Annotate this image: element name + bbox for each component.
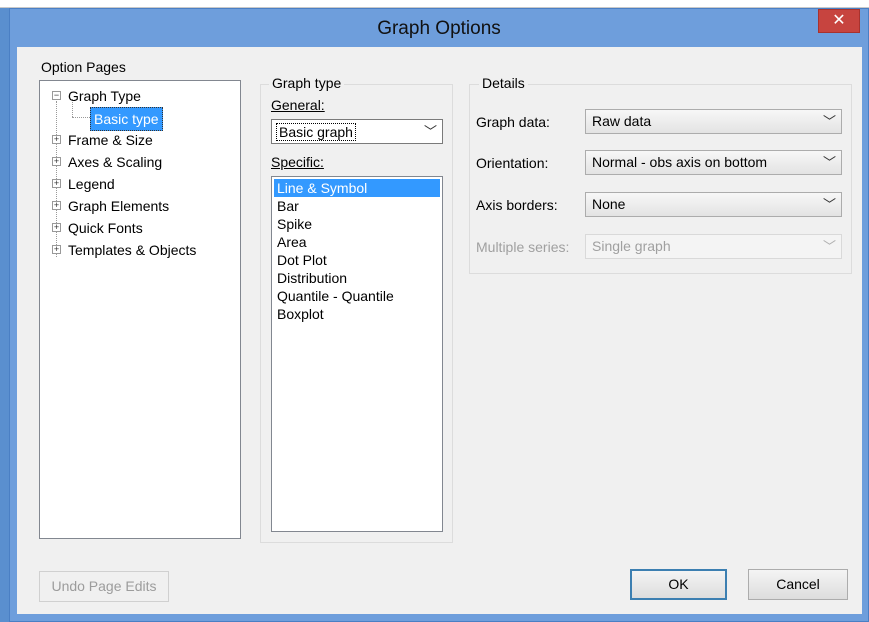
tree-item-label: Legend (68, 176, 115, 192)
close-icon: ✕ (832, 12, 846, 29)
general-dropdown-value: Basic graph (276, 123, 356, 141)
tree-item-label: Axes & Scaling (68, 154, 163, 170)
graph-type-group-label: Graph type (269, 75, 345, 91)
chevron-down-icon: ﹀ (822, 155, 836, 170)
tree-item-templates-objects[interactable]: + Templates & Objects (50, 239, 235, 261)
specific-listbox[interactable]: Line & Symbol Bar Spike Area Dot Plot Di… (271, 176, 443, 532)
tree-item-label: Basic type (90, 107, 163, 131)
tree-item-label: Graph Elements (68, 198, 170, 214)
chevron-down-icon: ﹀ (822, 239, 836, 254)
expand-icon[interactable]: + (52, 135, 61, 144)
expand-icon[interactable]: + (52, 201, 61, 210)
chevron-down-icon: ﹀ (822, 197, 836, 212)
tree-item-label: Templates & Objects (68, 242, 197, 258)
axis-borders-value: None (592, 196, 626, 212)
multiple-series-dropdown: Single graph ﹀ (585, 234, 842, 259)
expand-icon[interactable]: + (52, 179, 61, 188)
tree-item-legend[interactable]: + Legend (50, 173, 230, 195)
list-item[interactable]: Spike (274, 215, 440, 233)
list-item[interactable]: Distribution (274, 269, 440, 287)
dialog-body: Option Pages − Graph Type Basic type + F… (17, 47, 862, 614)
list-item[interactable]: Quantile - Quantile (274, 287, 440, 305)
list-item[interactable]: Area (274, 233, 440, 251)
general-dropdown[interactable]: Basic graph ﹀ (271, 119, 443, 144)
chevron-down-icon: ﹀ (822, 114, 836, 129)
collapse-icon[interactable]: − (52, 91, 61, 100)
tree-item-frame-size[interactable]: + Frame & Size (50, 129, 230, 151)
expand-icon[interactable]: + (52, 157, 61, 166)
tree-item-graph-elements[interactable]: + Graph Elements (50, 195, 230, 217)
tree-item-label: Quick Fonts (68, 220, 143, 236)
ok-button[interactable]: OK (630, 569, 727, 600)
graph-data-label: Graph data: (476, 114, 550, 130)
list-item[interactable]: Bar (274, 197, 440, 215)
graph-data-label-text: Graph data: (476, 114, 550, 130)
chevron-down-icon: ﹀ (423, 124, 437, 139)
multiple-series-value: Single graph (592, 238, 671, 254)
tree-item-axes-scaling[interactable]: + Axes & Scaling (50, 151, 230, 173)
tree-item-quick-fonts[interactable]: + Quick Fonts (50, 217, 230, 239)
orientation-value: Normal - obs axis on bottom (592, 154, 768, 170)
multiple-series-label: Multiple series: (476, 239, 570, 255)
details-group-label: Details (479, 75, 528, 91)
orientation-label: Orientation: (476, 155, 549, 171)
close-button[interactable]: ✕ (818, 9, 860, 33)
title-bar[interactable]: Graph Options ✕ (10, 9, 868, 47)
axis-borders-label: Axis borders: (476, 197, 558, 213)
tree-item-label: Frame & Size (68, 132, 153, 148)
graph-data-dropdown[interactable]: Raw data ﹀ (585, 109, 842, 134)
cancel-button[interactable]: Cancel (748, 569, 848, 600)
expand-icon[interactable]: + (52, 245, 61, 254)
axis-borders-dropdown[interactable]: None ﹀ (585, 192, 842, 217)
graph-options-dialog: Graph Options ✕ Option Pages − Graph Typ… (9, 8, 869, 622)
option-pages-label: Option Pages (41, 59, 126, 75)
list-item[interactable]: Dot Plot (274, 251, 440, 269)
graph-data-value: Raw data (592, 113, 652, 129)
list-item[interactable]: Line & Symbol (274, 179, 440, 197)
expand-icon[interactable]: + (52, 223, 61, 232)
orientation-dropdown[interactable]: Normal - obs axis on bottom ﹀ (585, 150, 842, 175)
tree-item-basic-type[interactable]: Basic type (90, 107, 210, 131)
tree-item-label: Graph Type (68, 88, 141, 104)
undo-page-edits-button: Undo Page Edits (39, 571, 169, 602)
option-pages-tree[interactable]: − Graph Type Basic type + Frame & Size +… (39, 80, 241, 539)
tree-item-graph-type[interactable]: − Graph Type (50, 85, 230, 107)
tree-connector (72, 117, 90, 118)
list-item[interactable]: Boxplot (274, 305, 440, 323)
background-window-strip (0, 0, 869, 8)
general-label: General: (271, 97, 325, 113)
specific-label: Specific: (271, 154, 324, 170)
dialog-title: Graph Options (377, 18, 501, 39)
